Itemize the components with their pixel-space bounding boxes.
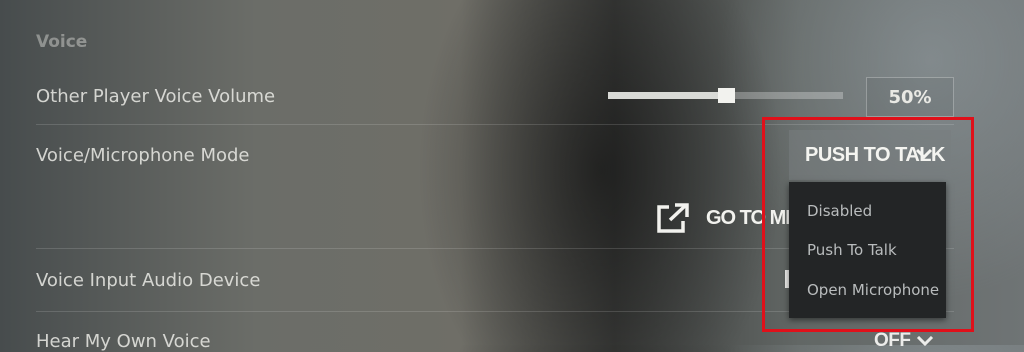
voice-volume-slider[interactable] [608, 88, 843, 103]
highlight-annotation-box [762, 117, 974, 332]
section-title-voice: Voice [36, 32, 88, 52]
label-other-player-voice-volume: Other Player Voice Volume [36, 86, 276, 107]
label-voice-microphone-mode: Voice/Microphone Mode [36, 145, 250, 166]
slider-thumb[interactable] [717, 88, 735, 103]
label-hear-my-own-voice: Hear My Own Voice [36, 331, 211, 352]
voice-volume-value[interactable]: 50% [866, 77, 954, 117]
hear-own-voice-value[interactable]: OFF [874, 330, 911, 352]
external-link-icon [657, 203, 689, 233]
slider-fill [608, 92, 726, 99]
label-voice-input-audio-device: Voice Input Audio Device [36, 270, 261, 291]
